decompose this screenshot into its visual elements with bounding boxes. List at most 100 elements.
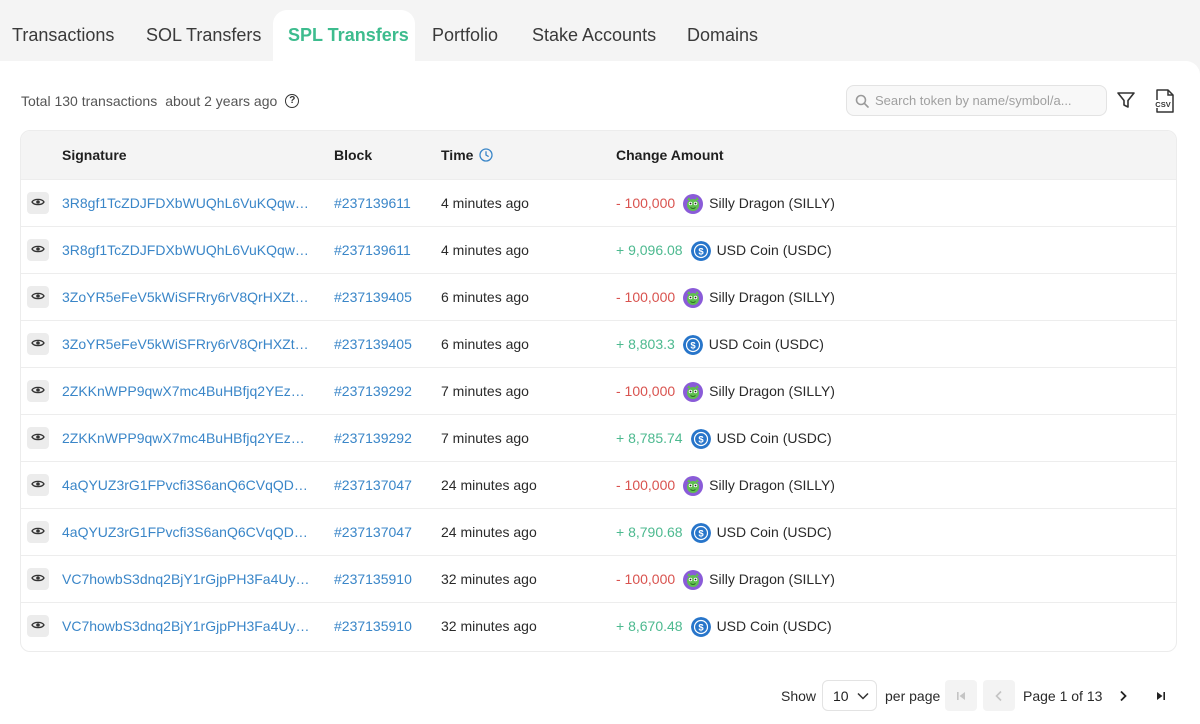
signature-link[interactable]: 3R8gf1TcZDJFDXbWUQhL6VuKQqwoin... [62, 180, 310, 227]
view-details-button[interactable] [27, 615, 49, 637]
transactions-summary: Total 130 transactions about 2 years ago… [21, 93, 300, 109]
view-details-button[interactable] [27, 380, 49, 402]
token-link[interactable]: Silly Dragon (SILLY) [709, 274, 835, 321]
change-amount: + 9,096.08 $ USD Coin (USDC) [616, 227, 832, 274]
svg-text:$: $ [698, 434, 704, 445]
signature-link[interactable]: 3ZoYR5eFeV5kWiSFRry6rV8QrHXZtVd... [62, 274, 310, 321]
table-row: 3ZoYR5eFeV5kWiSFRry6rV8QrHXZtVd... #23713… [21, 273, 1176, 321]
usdc-icon: $ [682, 334, 703, 355]
token-link[interactable]: USD Coin (USDC) [717, 603, 832, 650]
help-icon[interactable]: ? [285, 94, 300, 108]
view-details-button[interactable] [27, 286, 49, 308]
view-details-button[interactable] [27, 192, 49, 214]
block-link[interactable]: #237139405 [334, 321, 412, 368]
token-link[interactable]: Silly Dragon (SILLY) [709, 180, 835, 227]
amount-value: + 8,790.68 [616, 524, 683, 540]
amount-value: - 100,000 [616, 477, 676, 493]
chevron-left-icon [995, 690, 1002, 701]
block-link[interactable]: #237139611 [334, 227, 411, 274]
search-input[interactable] [875, 93, 1095, 108]
csv-export-icon[interactable]: CSV [1153, 88, 1177, 114]
token-link[interactable]: Silly Dragon (SILLY) [709, 368, 835, 415]
tab-stake-accounts[interactable]: Stake Accounts [532, 10, 656, 62]
change-amount: + 8,785.74 $ USD Coin (USDC) [616, 415, 832, 462]
block-link[interactable]: #237139405 [334, 274, 412, 321]
silly-dragon-icon [683, 287, 704, 308]
change-amount: - 100,000 Silly Dragon (SILLY) [616, 556, 835, 603]
column-time[interactable]: Time [441, 131, 494, 179]
token-link[interactable]: USD Coin (USDC) [717, 227, 832, 274]
spl-transfers-table: Signature Block Time Change Amount 3R8gf… [20, 130, 1177, 652]
time-ago: 6 minutes ago [441, 289, 529, 305]
chevron-right-icon [1120, 690, 1127, 701]
next-page-button[interactable] [1107, 680, 1139, 711]
view-details-button[interactable] [27, 474, 49, 496]
tab-domains[interactable]: Domains [687, 10, 758, 62]
view-details-button[interactable] [27, 568, 49, 590]
clock-icon[interactable] [479, 148, 494, 162]
page-size-select[interactable]: 10 [822, 680, 877, 711]
usdc-icon: $ [690, 240, 711, 261]
signature-link[interactable]: 3ZoYR5eFeV5kWiSFRry6rV8QrHXZtVd... [62, 321, 310, 368]
block-link[interactable]: #237139292 [334, 368, 412, 415]
time-ago: 32 minutes ago [441, 618, 537, 634]
amount-value: - 100,000 [616, 289, 676, 305]
filter-icon[interactable] [1115, 89, 1137, 111]
token-link[interactable]: USD Coin (USDC) [717, 509, 832, 556]
column-block: Block [334, 147, 373, 163]
block-link[interactable]: #237135910 [334, 556, 412, 603]
block-link[interactable]: #237135910 [334, 603, 412, 650]
first-page-button[interactable] [945, 680, 977, 711]
eye-icon [31, 523, 45, 541]
signature-link[interactable]: VC7howbS3dnq2BjY1rGjpPH3Fa4Uy6T... [62, 603, 310, 650]
svg-text:CSV: CSV [1155, 100, 1170, 109]
signature-link[interactable]: 4aQYUZ3rG1FPvcfi3S6anQ6CVqQDvQ... [62, 509, 310, 556]
change-amount: + 8,803.3 $ USD Coin (USDC) [616, 321, 824, 368]
tab-transactions[interactable]: Transactions [12, 10, 114, 62]
table-row: VC7howbS3dnq2BjY1rGjpPH3Fa4Uy6T... #23713… [21, 602, 1176, 650]
signature-link[interactable]: 2ZKKnWPP9qwX7mc4BuHBfjq2YEzTM... [62, 368, 310, 415]
token-link[interactable]: USD Coin (USDC) [709, 321, 824, 368]
column-signature: Signature [62, 147, 127, 163]
block-link[interactable]: #237139611 [334, 180, 411, 227]
view-details-button[interactable] [27, 239, 49, 261]
silly-dragon-icon [683, 569, 704, 590]
usdc-icon: $ [690, 522, 711, 543]
table-row: 2ZKKnWPP9qwX7mc4BuHBfjq2YEzTM... #2371392… [21, 367, 1176, 415]
column-time-label: Time [441, 147, 474, 163]
tab-spl-transfers[interactable]: SPL Transfers [273, 10, 415, 62]
usdc-icon: $ [690, 428, 711, 449]
token-link[interactable]: Silly Dragon (SILLY) [709, 556, 835, 603]
tab-portfolio[interactable]: Portfolio [432, 10, 498, 62]
per-page-label: per page [885, 688, 941, 704]
block-link[interactable]: #237139292 [334, 415, 412, 462]
eye-icon [31, 288, 45, 306]
time-ago: 24 minutes ago [441, 524, 537, 540]
amount-value: + 8,670.48 [616, 618, 683, 634]
view-details-button[interactable] [27, 333, 49, 355]
svg-text:$: $ [698, 622, 704, 633]
svg-text:$: $ [698, 246, 704, 257]
view-details-button[interactable] [27, 521, 49, 543]
amount-value: - 100,000 [616, 383, 676, 399]
block-link[interactable]: #237137047 [334, 509, 412, 556]
tab-sol-transfers[interactable]: SOL Transfers [146, 10, 261, 62]
token-search[interactable] [846, 85, 1107, 116]
last-page-icon [1157, 691, 1165, 700]
amount-value: - 100,000 [616, 571, 676, 587]
last-page-button[interactable] [1145, 680, 1177, 711]
time-ago: 4 minutes ago [441, 242, 529, 258]
signature-link[interactable]: 4aQYUZ3rG1FPvcfi3S6anQ6CVqQDvQ... [62, 462, 310, 509]
change-amount: - 100,000 Silly Dragon (SILLY) [616, 462, 835, 509]
token-link[interactable]: Silly Dragon (SILLY) [709, 462, 835, 509]
view-details-button[interactable] [27, 427, 49, 449]
table-row: 2ZKKnWPP9qwX7mc4BuHBfjq2YEzTM... #2371392… [21, 414, 1176, 462]
signature-link[interactable]: 3R8gf1TcZDJFDXbWUQhL6VuKQqwoin... [62, 227, 310, 274]
usdc-icon: $ [690, 616, 711, 637]
block-link[interactable]: #237137047 [334, 462, 412, 509]
signature-link[interactable]: VC7howbS3dnq2BjY1rGjpPH3Fa4Uy6T... [62, 556, 310, 603]
token-link[interactable]: USD Coin (USDC) [717, 415, 832, 462]
eye-icon [31, 335, 45, 353]
previous-page-button[interactable] [983, 680, 1015, 711]
signature-link[interactable]: 2ZKKnWPP9qwX7mc4BuHBfjq2YEzTM... [62, 415, 310, 462]
